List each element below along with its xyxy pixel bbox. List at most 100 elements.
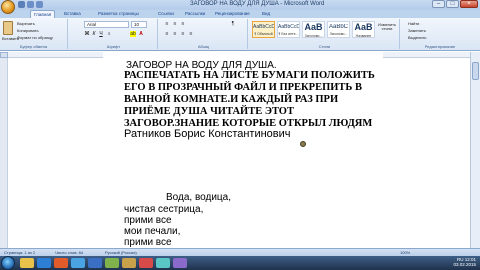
bullets-icon[interactable]: ≡ [164,21,170,27]
tab-mailings[interactable]: Рассылки [185,11,205,16]
app-icon[interactable] [156,258,170,268]
status-page[interactable]: Страница: 1 из 2 [4,250,35,255]
tab-page-layout[interactable]: Разметка страницы [98,11,139,16]
system-tray: RU 12:01 03.02.2015 [453,257,476,267]
browser-icon[interactable] [37,258,51,268]
multilevel-list-icon[interactable]: ≡ [180,21,186,27]
style-sample: AaBbCcDc [278,24,299,30]
ribbon-tabs: Главная Вставка Разметка страницы Ссылки… [0,10,480,18]
doc-line[interactable]: прими все [124,237,172,248]
italic-button[interactable]: К [91,31,97,37]
document-page[interactable]: ЗАГОВОР НА ВОДУ ДЛЯ ДУША. РАСПЕЧАТАТЬ НА… [8,58,470,248]
font-size-combo[interactable]: 10 [131,21,147,28]
clipboard-group: Вставить Вырезать Копировать Формат по о… [0,19,68,49]
style-name: Заголово... [304,34,323,38]
close-button[interactable]: × [460,0,478,8]
undo-icon[interactable] [27,1,34,8]
style-sample: AaBbC [328,24,348,30]
change-styles-button[interactable]: Изменить стили [378,23,396,31]
paste-icon[interactable] [3,21,13,35]
align-center-icon[interactable]: ≡ [172,31,178,37]
doc-line[interactable]: мои печали, [124,226,180,237]
doc-line[interactable]: ПРИЁМЕ ДУША ЧИТАЙТЕ ЭТОТ [124,106,294,117]
maximize-button[interactable]: □ [446,0,459,8]
status-language[interactable]: Русский (Россия) [105,250,137,255]
style-no-spacing[interactable]: AaBbCcDc ¶ Без инте... [277,21,300,38]
style-title[interactable]: AaB Название [352,21,375,38]
style-heading-2[interactable]: AaBbC Заголово... [327,21,350,38]
media-icon[interactable] [54,258,68,268]
styles-group: AaBbCcDc ¶ Обычный AaBbCcDc ¶ Без инте..… [250,19,400,49]
doc-line[interactable]: РАСПЕЧАТАТЬ НА ЛИСТЕ БУМАГИ ПОЛОЖИТЬ [124,70,375,81]
style-sample: AaB [354,22,373,32]
window-title: ЗАГОВОР НА ВОДУ ДЛЯ ДУША - Microsoft Wor… [190,1,325,7]
status-bar: Страница: 1 из 2 Число слов: 84 Русский … [0,248,480,256]
office-button[interactable] [1,0,15,14]
app-icon[interactable] [139,258,153,268]
tab-insert[interactable]: Вставка [64,11,81,16]
style-normal[interactable]: AaBbCcDc ¶ Обычный [252,21,275,38]
strikethrough-button[interactable]: a [106,31,112,37]
minimize-button[interactable]: – [432,0,445,8]
app-icon[interactable] [71,258,85,268]
doc-line[interactable]: прими все [124,215,172,226]
zoom-level[interactable]: 100% [400,250,410,255]
vertical-scrollbar[interactable] [470,52,480,248]
editing-group: Найти Заменить Выделить Редактирование [402,19,478,49]
format-painter-button[interactable]: Формат по образцу [17,35,53,40]
mouse-cursor-icon [300,141,306,147]
highlight-icon[interactable]: ab [130,31,136,37]
ribbon: Вставить Вырезать Копировать Формат по о… [0,18,480,51]
font-color-icon[interactable]: A [138,31,144,37]
find-button[interactable]: Найти [408,21,419,26]
explorer-icon[interactable] [20,258,34,268]
app-icon[interactable] [105,258,119,268]
doc-line[interactable]: чистая сестрица, [124,204,203,215]
style-sample: AaBbCcDc [253,24,274,30]
clock-date[interactable]: 03.02.2015 [453,262,476,267]
tab-references[interactable]: Ссылки [158,11,174,16]
font-group: Arial 10 Ж К Ч a ab A Шрифт [70,19,158,49]
redo-icon[interactable] [36,1,43,8]
doc-line[interactable]: Вода, водица, [166,192,231,203]
style-name: Название [355,34,372,38]
bold-button[interactable]: Ж [84,31,90,37]
doc-line[interactable]: ЕГО В ПРОЗРАЧНЫЙ ФАЙЛ И ПРЕКРЕПИТЬ В [124,82,362,93]
numbering-icon[interactable]: ≡ [172,21,178,27]
word-window: ЗАГОВОР НА ВОДУ ДЛЯ ДУША - Microsoft Wor… [0,0,480,270]
doc-line[interactable]: Ратников Борис Константинович [124,128,291,140]
select-button[interactable]: Выделить [408,35,426,40]
app-icon[interactable] [122,258,136,268]
tab-view[interactable]: Вид [262,11,270,16]
align-left-icon[interactable]: ≡ [164,31,170,37]
doc-line[interactable]: ВАННОЙ КОМНАТЕ.И КАЖДЫЙ РАЗ ПРИ [124,94,338,105]
scrollbar-thumb[interactable] [472,62,479,80]
word-taskbar-icon[interactable] [88,258,102,268]
tab-home[interactable]: Главная [30,10,56,18]
save-icon[interactable] [18,1,25,8]
style-name: ¶ Без инте... [278,32,299,36]
paragraph-group-label: Абзац [197,44,210,49]
taskbar: RU 12:01 03.02.2015 [0,256,480,270]
start-button[interactable] [1,256,15,270]
copy-button[interactable]: Копировать [17,28,39,33]
font-name-combo[interactable]: Arial [84,21,129,28]
window-controls: – □ × [432,0,478,8]
paragraph-group: ≡ ≡ ≡ ≡ ≡ ≡ ≡ ¶ Абзац [160,19,248,49]
style-name: ¶ Обычный [254,32,273,36]
app-icon[interactable] [173,258,187,268]
replace-button[interactable]: Заменить [408,28,426,33]
status-words[interactable]: Число слов: 84 [55,250,83,255]
cut-button[interactable]: Вырезать [17,21,35,26]
quick-access-toolbar [18,1,43,8]
font-group-label: Шрифт [106,44,121,49]
style-name: Заголово... [329,32,348,36]
align-right-icon[interactable]: ≡ [180,31,186,37]
vertical-ruler[interactable] [0,58,8,248]
justify-icon[interactable]: ≡ [188,31,194,37]
show-marks-icon[interactable]: ¶ [230,21,236,27]
tab-review[interactable]: Рецензирование [215,11,250,16]
title-bar: ЗАГОВОР НА ВОДУ ДЛЯ ДУША - Microsoft Wor… [0,0,480,14]
underline-button[interactable]: Ч [98,31,104,37]
style-heading-1[interactable]: AaB Заголово... [302,21,325,38]
